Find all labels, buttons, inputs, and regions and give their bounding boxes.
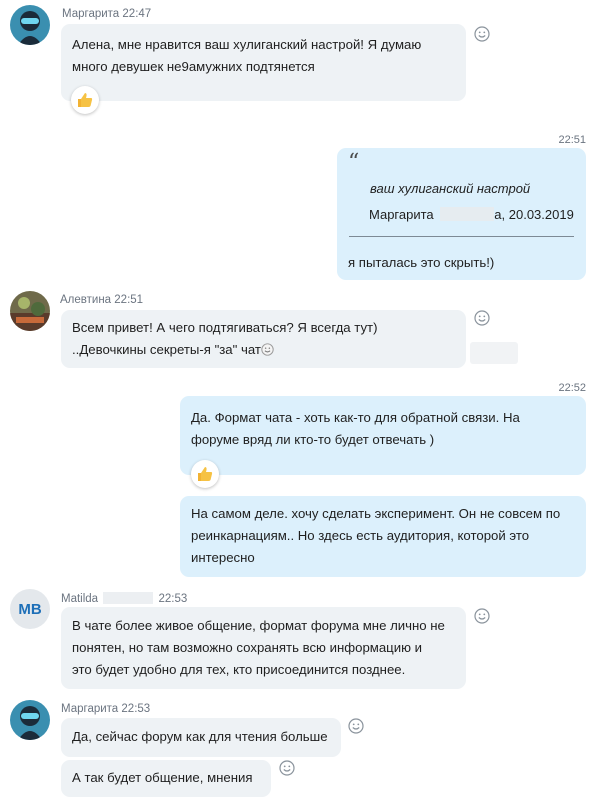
avatar-initials[interactable]: MB [10,589,50,629]
redacted-text [103,592,154,604]
message-time: 22:53 [121,703,151,715]
message-text-line: это будет удобно для тех, кто присоедини… [72,662,406,677]
redacted-text [440,207,495,221]
quote-author-tail: а [494,207,502,222]
message-text-line: В чате более живое общение, формат форум… [72,618,445,633]
sender-name-time: Маргарита 22:53 [61,703,150,715]
incoming-message-bubble[interactable]: Всем привет! А чего подтягиваться? Я все… [61,310,466,368]
message-time: 22:51 [558,134,586,146]
message-text-line: А так будет общение, мнения [72,770,253,785]
sender-name: Алевтина [60,294,112,306]
message-text-line: ..Девочкины секреты-я "за" чат [72,339,455,361]
message-text-line: Да, сейчас форум как для чтения больше [72,729,328,744]
smiley-react-icon[interactable] [348,718,364,734]
smiley-react-icon[interactable] [279,760,295,776]
thumbs-up-icon [198,467,213,481]
quote-divider [349,236,574,237]
incoming-message-bubble[interactable]: В чате более живое общение, формат форум… [61,607,466,689]
message-text-line: реинкарнациям.. Но здесь есть аудитория,… [191,528,530,543]
avatar-alevtina[interactable] [10,291,50,331]
quoted-text: ваш хулиганский настрой [370,181,531,196]
message-time: 22:47 [122,8,152,20]
avatar-margarita[interactable] [10,700,50,740]
redacted-area [470,342,518,364]
incoming-message-bubble[interactable]: Алена, мне нравится ваш хулиганский наст… [61,24,466,101]
sender-name: Маргарита [62,8,120,20]
message-text-line: много девушек не9амужних подтянется [72,59,315,74]
avatar-initials-text: MB [18,600,42,618]
message-text-line: Всем привет! А чего подтягиваться? Я все… [72,320,378,335]
sender-name: Маргарита [61,703,119,715]
quote-attribution: Маргарита а, 20.03.2019 [369,207,574,222]
message-text-line: Да. Формат чата - хоть как-то для обратн… [191,410,520,425]
quote-date: 20.03.2019 [508,207,574,222]
message-text-line: Алена, мне нравится ваш хулиганский наст… [72,37,422,52]
sender-name: Matilda [61,593,99,605]
reply-text: я пыталась это скрыть!) [348,255,495,270]
sender-name-time: Маргарита 22:47 [62,8,151,20]
reaction-badge[interactable] [71,86,99,114]
incoming-message-bubble[interactable]: А так будет общение, мнения [61,760,271,797]
message-text-line: интересно [191,550,255,565]
message-text: ..Девочкины секреты-я "за" чат [72,342,261,357]
thumbs-up-icon [78,93,93,107]
outgoing-message-bubble[interactable]: Да. Формат чата - хоть как-то для обратн… [180,396,586,475]
sender-name-time: Алевтина 22:51 [60,294,143,306]
message-text-line: На самом деле. хочу сделать эксперимент.… [191,506,561,521]
reaction-badge[interactable] [191,460,219,488]
avatar-margarita[interactable] [10,5,50,45]
quote-author: Маргарита [369,207,434,222]
incoming-message-bubble[interactable]: Да, сейчас форум как для чтения больше [61,718,341,757]
message-time: 22:52 [558,382,586,394]
outgoing-message-bubble[interactable]: На самом деле. хочу сделать эксперимент.… [180,496,586,577]
message-text-line: форуме вряд ли кто-то будет отвечать ) [191,432,435,447]
message-time: 22:53 [158,593,188,605]
sender-name-time: Matilda 22:53 [61,592,187,605]
message-time: 22:51 [114,294,144,306]
outgoing-message-bubble[interactable]: “ ваш хулиганский настрой Маргарита а, 2… [337,148,586,280]
message-text-line: понятен, но там возможно сохранять всю и… [72,640,423,655]
smile-emoji-icon [261,343,274,356]
smiley-react-icon[interactable] [474,310,490,326]
quote-icon: “ [348,150,360,175]
smiley-react-icon[interactable] [474,26,490,42]
smiley-react-icon[interactable] [474,608,490,624]
